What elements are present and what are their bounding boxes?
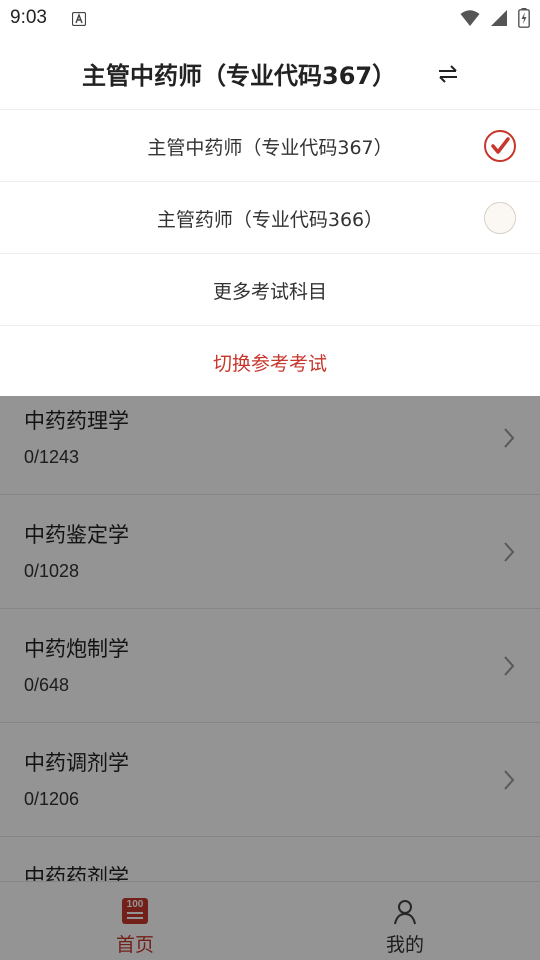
battery-charging-icon <box>518 8 530 32</box>
exam-option-label: 主管中药师（专业代码367） <box>147 137 393 159</box>
page-title[interactable]: 主管中药师（专业代码367） <box>82 56 396 91</box>
more-subjects-label: 更多考试科目 <box>212 281 327 303</box>
status-time: 9:03 <box>10 7 47 28</box>
exam-option-label: 主管药师（专业代码366） <box>156 209 384 231</box>
radio-checked-icon[interactable] <box>484 130 516 162</box>
dropdown-header[interactable]: 主管中药师（专业代码367） <box>0 38 540 109</box>
switch-exam-button[interactable]: 切换参考考试 <box>0 325 540 397</box>
accessibility-a-icon <box>71 11 87 27</box>
swap-arrows-icon[interactable] <box>436 62 460 86</box>
wifi-icon <box>460 9 480 31</box>
signal-icon <box>490 9 508 31</box>
more-subjects-button[interactable]: 更多考试科目 <box>0 253 540 325</box>
radio-unchecked-icon[interactable] <box>484 202 516 234</box>
switch-exam-label: 切换参考考试 <box>212 353 327 375</box>
exam-option-367[interactable]: 主管中药师（专业代码367） <box>0 109 540 181</box>
exam-switch-dropdown: 主管中药师（专业代码367） 主管中药师（专业代码367） 主管药师（专业代码3… <box>0 38 540 396</box>
status-bar: 9:03 <box>0 0 540 38</box>
exam-option-366[interactable]: 主管药师（专业代码366） <box>0 181 540 253</box>
